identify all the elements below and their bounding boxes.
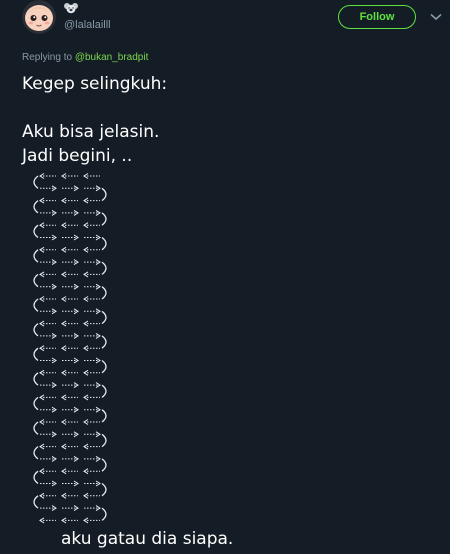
- right-arrows-row: [40, 332, 107, 349]
- left-arrows-row: [33, 320, 100, 337]
- left-arrows-row: [33, 173, 100, 189]
- left-arrows-row: [33, 394, 100, 411]
- user-handle[interactable]: @lalalailll: [64, 19, 111, 31]
- left-arrows-row: [33, 246, 100, 263]
- follow-button[interactable]: Follow: [338, 5, 416, 29]
- right-arrows-row: [40, 480, 107, 497]
- right-arrows-row: [40, 455, 107, 472]
- koala-icon: [64, 3, 78, 14]
- tweet-header: @lalalailll Follow: [0, 0, 450, 44]
- right-arrows-row: [40, 259, 107, 275]
- left-arrows-row: [39, 517, 100, 524]
- right-arrows-row: [40, 406, 107, 423]
- left-arrows-row: [33, 197, 100, 214]
- right-arrows-row: [40, 308, 107, 325]
- tweet-line: Jadi begini, ..: [22, 146, 133, 166]
- left-arrows-row: [33, 468, 100, 485]
- tweet-line: [22, 96, 432, 120]
- left-arrows-row: [33, 369, 100, 386]
- right-arrows-row: [40, 185, 107, 202]
- reply-mention-link[interactable]: @bukan_bradpit: [75, 52, 149, 63]
- left-arrows-row: [33, 419, 100, 435]
- chevron-down-icon[interactable]: [430, 13, 442, 21]
- tweet-ending: aku gatau dia siapa.: [61, 529, 234, 549]
- right-arrows-row: [40, 357, 107, 374]
- reply-context: Replying to @bukan_bradpit: [22, 52, 148, 63]
- right-arrows-row: [40, 209, 107, 226]
- left-arrows-row: [33, 271, 100, 288]
- reply-prefix: Replying to: [22, 52, 73, 63]
- tweet-line: Kegep selingkuh:: [22, 74, 168, 94]
- zigzag-arrows-drawing: [33, 173, 107, 524]
- tweet-text: Kegep selingkuh: Aku bisa jelasin. Jadi …: [22, 72, 432, 168]
- left-arrows-row: [33, 492, 100, 509]
- left-arrows-row: [33, 296, 100, 312]
- right-arrows-row: [40, 234, 107, 251]
- left-arrows-row: [33, 222, 100, 239]
- tweet-line: Aku bisa jelasin.: [22, 122, 160, 142]
- left-arrows-row: [33, 345, 100, 362]
- left-arrows-row: [33, 443, 100, 460]
- right-arrows-row: [40, 431, 107, 448]
- right-arrows-row: [40, 283, 107, 300]
- right-arrows-row: [40, 382, 107, 398]
- cartoon-baby-avatar-icon: [22, 0, 56, 34]
- right-arrows-row: [40, 505, 107, 521]
- avatar[interactable]: [22, 0, 56, 34]
